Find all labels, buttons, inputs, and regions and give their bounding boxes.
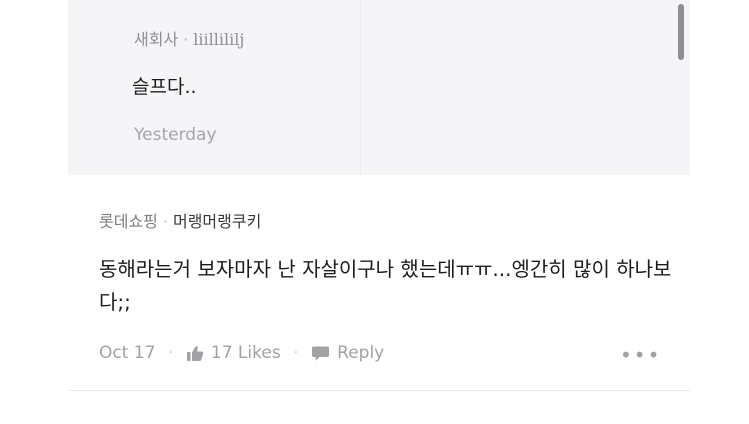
more-options-button[interactable]: ••• [620,343,661,367]
reply-button[interactable]: Reply [311,343,384,363]
thumbs-up-icon [186,345,204,362]
reply-author-line: 새회사 · liillililj [134,26,244,50]
comment-author[interactable]: 머랭머랭쿠키 [173,212,261,231]
scrollbar[interactable] [678,4,684,60]
reply-comment: 새회사 · liillililj 슬프다.. Yesterday [68,0,690,175]
reply-text: 슬프다.. [132,76,197,98]
comment: 롯데쇼핑 · 머랭머랭쿠키 동해라는거 보자마자 난 자살이구나 했는데ㅠㅠ...엥… [0,175,749,390]
likes-count: 17 Likes [210,343,281,363]
reply-label: Reply [337,343,385,363]
reply-column-divider [360,0,361,175]
action-separator: · [168,345,173,361]
action-separator: · [293,345,299,361]
bottom-divider [68,390,690,391]
reply-meta-separator: · [183,30,189,49]
speech-bubble-icon [311,345,330,362]
reply-author[interactable]: liillililj [193,30,244,49]
comment-date: Oct 17 [99,343,156,363]
like-button[interactable]: 17 Likes [186,343,281,363]
reply-company[interactable]: 새회사 [134,30,178,49]
comment-author-line: 롯데쇼핑 · 머랭머랭쿠키 [99,208,261,232]
comment-actions: Oct 17 · 17 Likes · Reply [99,343,384,363]
comments-screen: 새회사 · liillililj 슬프다.. Yesterday 롯데쇼핑 · 머랭머랭… [0,0,749,424]
reply-timestamp: Yesterday [134,125,217,145]
comment-text: 동해라는거 보자마자 난 자살이구나 했는데ㅠㅠ...엥간히 많이 하나보다;; [99,257,672,314]
comment-company[interactable]: 롯데쇼핑 [99,212,158,231]
comment-meta-separator: · [162,212,168,231]
